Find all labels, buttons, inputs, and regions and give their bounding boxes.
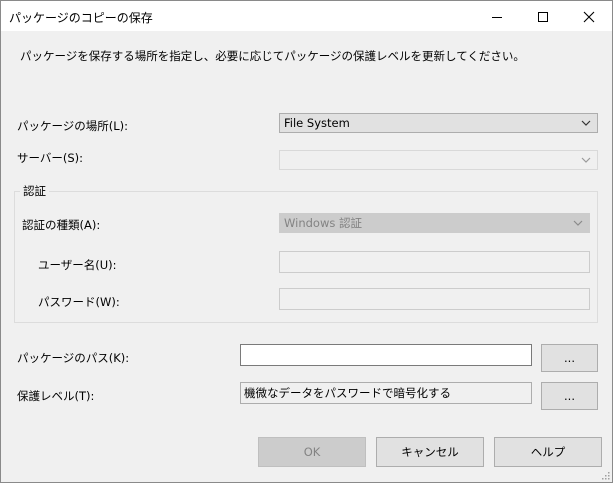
package-path-field[interactable] <box>240 344 532 366</box>
minimize-button[interactable] <box>474 2 520 31</box>
server-combo[interactable] <box>279 150 598 170</box>
password-field[interactable] <box>279 288 590 310</box>
chevron-down-icon <box>573 220 583 226</box>
username-label: ユーザー名(U): <box>38 258 117 272</box>
protection-level-label: 保護レベル(T): <box>17 389 95 403</box>
location-label: パッケージの場所(L): <box>17 119 129 133</box>
location-value: File System <box>284 116 350 130</box>
ok-button[interactable]: OK <box>258 437 366 467</box>
protection-level-browse-button[interactable]: ... <box>541 382 598 410</box>
title-bar[interactable]: パッケージのコピーの保存 <box>0 0 613 31</box>
package-path-browse-button[interactable]: ... <box>541 344 598 372</box>
username-field[interactable] <box>279 251 590 273</box>
server-label: サーバー(S): <box>17 151 84 165</box>
minimize-icon <box>492 16 502 18</box>
window-title: パッケージのコピーの保存 <box>9 11 153 25</box>
close-button[interactable] <box>566 2 612 31</box>
maximize-icon <box>538 11 548 22</box>
maximize-button[interactable] <box>520 2 566 31</box>
close-icon <box>583 11 595 22</box>
description-text: パッケージを保存する場所を指定し、必要に応じてパッケージの保護レベルを更新してく… <box>20 49 525 63</box>
authentication-group-label: 認証 <box>20 183 49 199</box>
resize-grip-icon[interactable] <box>600 470 610 480</box>
chevron-down-icon <box>581 120 591 126</box>
package-path-label: パッケージのパス(K): <box>17 351 130 365</box>
protection-level-field[interactable]: 機微なデータをパスワードで暗号化する <box>240 382 532 404</box>
cancel-button[interactable]: キャンセル <box>376 437 484 467</box>
help-button[interactable]: ヘルプ <box>494 437 602 467</box>
auth-type-label: 認証の種類(A): <box>22 218 101 232</box>
location-combo[interactable]: File System <box>279 113 598 133</box>
auth-type-combo[interactable]: Windows 認証 <box>279 213 590 233</box>
password-label: パスワード(W): <box>38 295 120 309</box>
chevron-down-icon <box>581 157 591 163</box>
auth-type-value: Windows 認証 <box>284 216 362 230</box>
